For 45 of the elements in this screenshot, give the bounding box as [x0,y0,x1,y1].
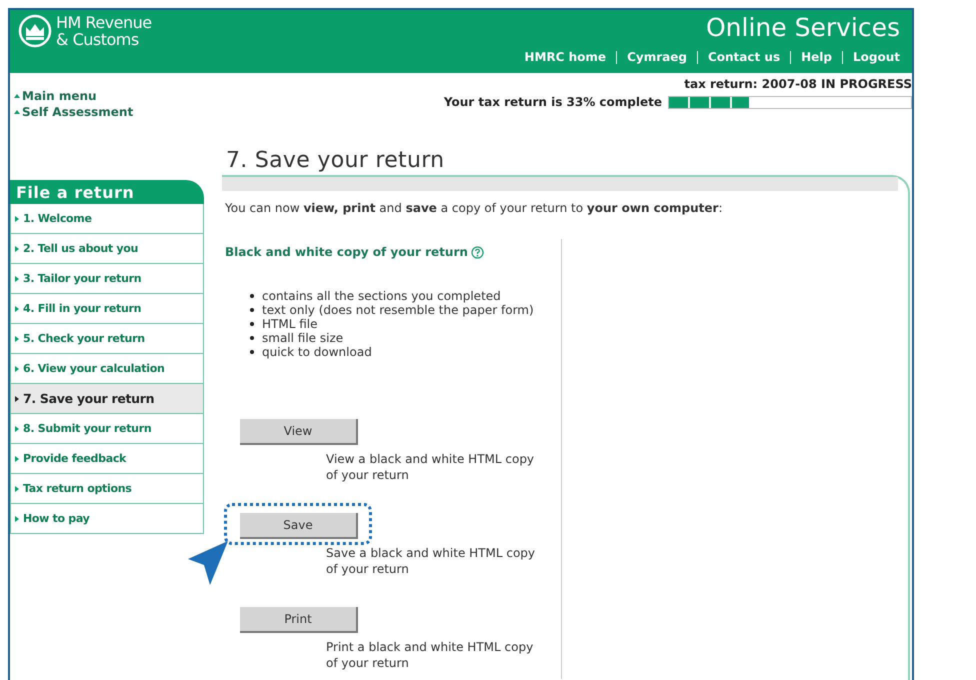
nav-link[interactable]: Self Assessment [14,105,134,119]
progress-text: Your tax return is 33% complete [444,95,662,109]
sidebar-title: File a return [10,180,204,204]
action-button[interactable]: Save [240,513,358,539]
sidebar-item[interactable]: 3. Tailor your return [10,264,204,294]
header-link[interactable]: HMRC home [524,50,606,64]
action-description: Save a black and white HTML copy of your return [326,545,536,577]
action-description: View a black and white HTML copy of your return [326,451,536,483]
site-title: Online Services [706,14,900,42]
bullet-icon [250,336,254,340]
sidebar-item[interactable]: Provide feedback [10,444,204,474]
sidebar-item[interactable]: 8. Submit your return [10,414,204,444]
action-description: Print a black and white HTML copy of your return [326,639,534,671]
section-heading: Black and white copy of your return [225,245,468,259]
sidebar-item[interactable]: Tax return options [10,474,204,504]
sidebar-item[interactable]: 4. Fill in your return [10,294,204,324]
header-link[interactable]: Help [801,50,832,64]
sidebar-item[interactable]: 7. Save your return [10,384,204,414]
action-button[interactable]: View [240,419,358,445]
pointer-arrow-icon [188,541,228,585]
page-title: 7. Save your return [226,148,446,173]
nav-link[interactable]: Main menu [14,89,134,103]
sidebar-item[interactable]: 1. Welcome [10,204,204,234]
header-link[interactable]: Logout [852,50,900,64]
bullet-icon [250,322,254,326]
bullet-icon [250,294,254,298]
bullet-text: small file size [262,331,344,345]
bullet-icon [250,308,254,312]
header-link[interactable]: Cymraeg [627,50,687,64]
sidebar-item[interactable]: How to pay [10,504,204,534]
bullet-text: quick to download [262,345,372,359]
logo-text: HM Revenue [56,14,152,31]
header-link[interactable]: Contact us [708,50,780,64]
bullet-icon [250,350,254,354]
action-button[interactable]: Print [240,607,358,633]
bullet-text: contains all the sections you completed [262,289,501,303]
crown-logo-icon [18,14,52,48]
status-text: tax return: 2007-08 IN PROGRESS [684,77,912,91]
sidebar-item[interactable]: 5. Check your return [10,324,204,354]
intro-text: You can now view, print and save a copy of your return to your own computer: [224,200,724,215]
help-icon[interactable] [470,246,484,258]
sidebar-item[interactable]: 2. Tell us about you [10,234,204,264]
bullet-text: text only (does not resemble the paper form) [262,303,534,317]
bullet-text: HTML file [262,317,318,331]
logo-text: & Customs [56,31,140,48]
